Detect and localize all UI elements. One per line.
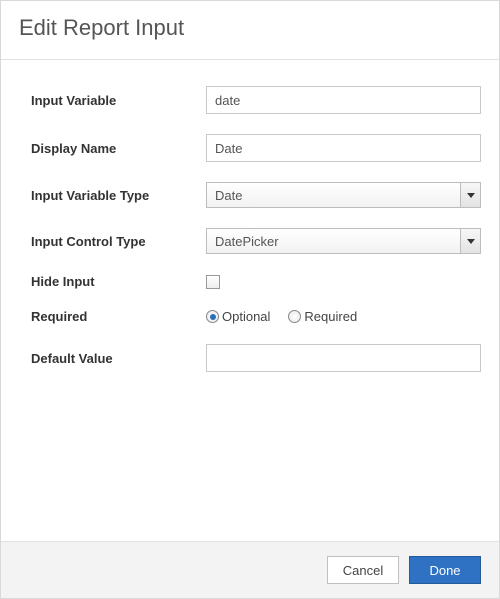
radio-optional-label: Optional	[222, 309, 270, 324]
row-input-variable-type: Input Variable Type Date	[31, 182, 481, 208]
edit-report-input-dialog: Edit Report Input Input Variable Display…	[1, 1, 499, 598]
label-input-variable: Input Variable	[31, 93, 206, 108]
dialog-footer: Cancel Done	[1, 541, 499, 598]
input-control-type-value: DatePicker	[207, 234, 460, 249]
row-default-value: Default Value	[31, 344, 481, 372]
row-hide-input: Hide Input	[31, 274, 481, 289]
input-variable-type-value: Date	[207, 188, 460, 203]
row-required: Required Optional Required	[31, 309, 481, 324]
required-radio-group: Optional Required	[206, 309, 357, 324]
radio-optional[interactable]: Optional	[206, 309, 270, 324]
dialog-header: Edit Report Input	[1, 1, 499, 60]
label-display-name: Display Name	[31, 141, 206, 156]
radio-required-label: Required	[304, 309, 357, 324]
dropdown-icon	[460, 229, 480, 253]
label-default-value: Default Value	[31, 351, 206, 366]
input-variable-field[interactable]	[206, 86, 481, 114]
row-input-variable: Input Variable	[31, 86, 481, 114]
radio-icon	[288, 310, 301, 323]
default-value-field[interactable]	[206, 344, 481, 372]
label-required: Required	[31, 309, 206, 324]
radio-required[interactable]: Required	[288, 309, 357, 324]
dialog-body: Input Variable Display Name Input Variab…	[1, 60, 499, 541]
radio-icon	[206, 310, 219, 323]
label-input-variable-type: Input Variable Type	[31, 188, 206, 203]
row-display-name: Display Name	[31, 134, 481, 162]
label-hide-input: Hide Input	[31, 274, 206, 289]
dropdown-icon	[460, 183, 480, 207]
input-variable-type-select[interactable]: Date	[206, 182, 481, 208]
done-button[interactable]: Done	[409, 556, 481, 584]
row-input-control-type: Input Control Type DatePicker	[31, 228, 481, 254]
display-name-field[interactable]	[206, 134, 481, 162]
input-control-type-select[interactable]: DatePicker	[206, 228, 481, 254]
label-input-control-type: Input Control Type	[31, 234, 206, 249]
cancel-button[interactable]: Cancel	[327, 556, 399, 584]
dialog-title: Edit Report Input	[19, 15, 481, 41]
hide-input-checkbox[interactable]	[206, 275, 220, 289]
